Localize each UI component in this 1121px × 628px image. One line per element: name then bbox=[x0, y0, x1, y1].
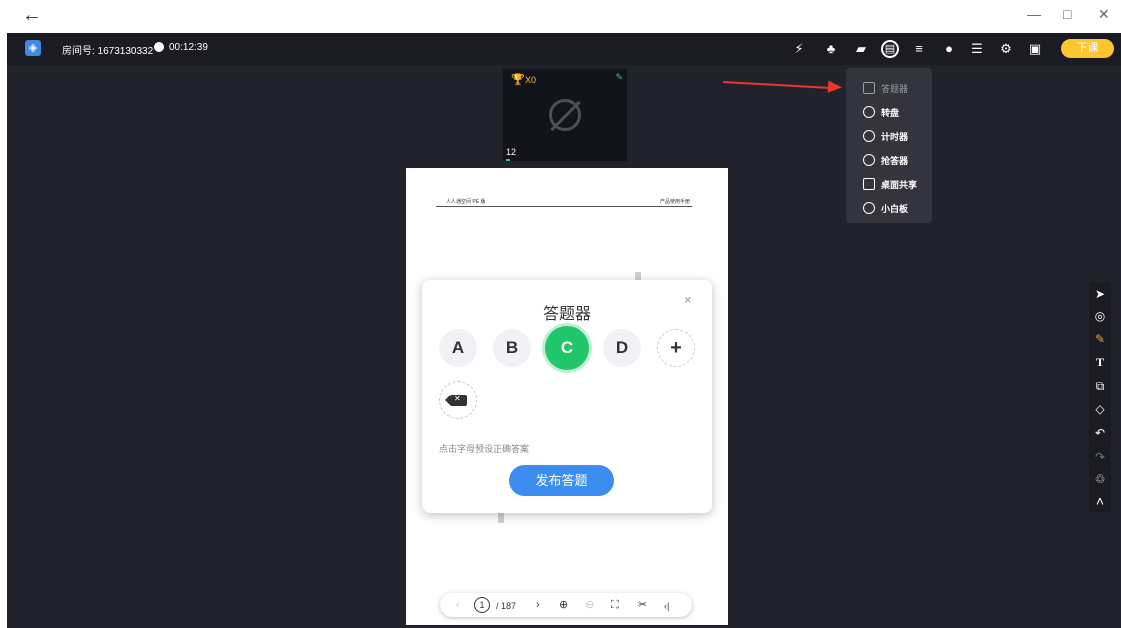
menu-item-label: 小白板 bbox=[881, 204, 909, 214]
menu-item-mini-whiteboard[interactable]: 小白板 bbox=[846, 197, 932, 221]
chat-icon[interactable]: ● bbox=[940, 40, 958, 58]
select-icon[interactable]: ➤ bbox=[1089, 287, 1111, 301]
menu-item-label: 抢答器 bbox=[881, 156, 909, 166]
menu-item-spinner[interactable]: 转盘 bbox=[846, 101, 932, 125]
backspace-x: ✕ bbox=[454, 394, 461, 403]
whiteboard-icon[interactable]: ⚡ bbox=[790, 40, 808, 58]
minimize-button[interactable]: — bbox=[1027, 6, 1041, 22]
option-a-button[interactable]: A bbox=[439, 329, 477, 367]
cut-icon[interactable]: ✂ bbox=[638, 598, 647, 612]
layout-icon[interactable]: ☰ bbox=[968, 40, 986, 58]
doc-header-rule bbox=[436, 206, 692, 207]
app-logo-icon: ◈ bbox=[25, 40, 41, 56]
menu-item-label: 桌面共享 bbox=[881, 180, 918, 190]
doc-graphic-mark bbox=[498, 513, 504, 523]
room-number: 房间号: 1673130332 bbox=[62, 46, 154, 57]
folder-icon[interactable]: ▰ bbox=[852, 40, 870, 58]
redo-icon[interactable]: ↷ bbox=[1089, 450, 1111, 464]
option-d-button[interactable]: D bbox=[603, 329, 641, 367]
fullscreen-icon[interactable]: ▣ bbox=[1026, 40, 1044, 58]
audio-level-bar bbox=[506, 159, 510, 161]
answer-sheet-dialog: 答题器 × A B C D + ✕ 点击字母预设正确答案 发布答题 bbox=[422, 280, 712, 513]
dialog-title: 答题器 bbox=[542, 306, 591, 323]
stopwatch-icon bbox=[863, 130, 875, 142]
end-class-button[interactable]: 下课 bbox=[1061, 39, 1114, 58]
gear-icon[interactable]: ⚙ bbox=[997, 40, 1015, 58]
fit-screen-icon[interactable]: ⛶ bbox=[611, 598, 619, 612]
menu-item-screen-share[interactable]: 桌面共享 bbox=[846, 173, 932, 197]
undo-icon[interactable]: ↶ bbox=[1089, 426, 1111, 440]
add-option-button[interactable]: + bbox=[657, 329, 695, 367]
user-number: 12 bbox=[506, 147, 517, 157]
settings-mixer-icon[interactable]: ≡ bbox=[910, 40, 928, 58]
pen-icon[interactable]: ✎ bbox=[615, 72, 623, 83]
answer-sheet-icon bbox=[863, 82, 875, 94]
delete-option-button[interactable]: ✕ bbox=[439, 381, 477, 419]
spinner-icon bbox=[863, 106, 875, 118]
maximize-button[interactable]: □ bbox=[1063, 6, 1071, 22]
menu-item-label: 转盘 bbox=[881, 108, 900, 118]
mini-whiteboard-icon bbox=[863, 202, 875, 214]
pencil-icon[interactable]: ✎ bbox=[1089, 332, 1111, 346]
publish-question-button[interactable]: 发布答题 bbox=[509, 465, 614, 496]
total-pages: / 187 bbox=[496, 601, 517, 611]
eraser-icon[interactable]: ◇ bbox=[1089, 402, 1111, 416]
menu-item-answer-sheet[interactable]: 答题器 bbox=[846, 77, 932, 101]
quick-answer-icon bbox=[863, 154, 875, 166]
doc-header-left: 人人通空间 PE 版 bbox=[446, 199, 486, 205]
tool-dropdown-menu: 答题器 转盘 计时器 抢答器 桌面共享 小白板 bbox=[846, 68, 932, 223]
camera-off-icon bbox=[549, 99, 581, 131]
annotation-arrow-head bbox=[827, 80, 843, 94]
clock-icon bbox=[154, 42, 164, 52]
menu-item-label: 答题器 bbox=[881, 84, 909, 94]
dialog-hint: 点击字母预设正确答案 bbox=[439, 444, 530, 454]
current-page-input[interactable]: 1 bbox=[474, 597, 490, 613]
zoom-in-icon[interactable]: ⊕ bbox=[559, 598, 568, 612]
collapse-pager-icon[interactable]: ‹| bbox=[664, 599, 669, 613]
window-titlebar: ← — □ ✕ bbox=[0, 0, 1121, 33]
menu-item-timer[interactable]: 计时器 bbox=[846, 125, 932, 149]
collapse-up-icon[interactable]: ˄ bbox=[1089, 494, 1111, 508]
text-icon[interactable]: T bbox=[1089, 355, 1111, 369]
menu-item-quick-answer[interactable]: 抢答器 bbox=[846, 149, 932, 173]
screen-share-icon bbox=[863, 178, 875, 190]
next-page-button[interactable]: › bbox=[536, 598, 540, 612]
trophy-icon: 🏆 bbox=[511, 74, 525, 86]
doc-header-right: 产品使用手册 bbox=[659, 199, 690, 205]
classroom-topbar: ◈ 房间号: 1673130332 00:12:39 ⚡ ♣ ▰ ▤ ≡ ● ☰… bbox=[7, 33, 1121, 65]
option-c-button[interactable]: C bbox=[545, 326, 589, 370]
toolbox-icon[interactable]: ▤ bbox=[881, 40, 899, 58]
back-arrow-icon[interactable]: ← bbox=[22, 5, 42, 25]
trophy-count: X0 bbox=[525, 75, 537, 85]
elapsed-time: 00:12:39 bbox=[169, 42, 208, 53]
prev-page-button[interactable]: ‹ bbox=[456, 598, 460, 612]
zoom-out-icon[interactable]: ⊖ bbox=[585, 598, 594, 612]
close-window-button[interactable]: ✕ bbox=[1098, 6, 1110, 23]
video-tile[interactable]: 🏆 X0 ✎ 12 bbox=[503, 69, 627, 161]
drawing-toolbar: ➤ ◎ ✎ T ⧉ ◇ ↶ ↷ ♲ ˄ bbox=[1089, 282, 1111, 512]
menu-item-label: 计时器 bbox=[881, 132, 909, 142]
option-b-button[interactable]: B bbox=[493, 329, 531, 367]
members-icon[interactable]: ♣ bbox=[822, 40, 840, 58]
trash-icon[interactable]: ♲ bbox=[1089, 472, 1111, 486]
laser-pointer-icon[interactable]: ◎ bbox=[1089, 309, 1111, 323]
page-navigator: ‹ 1 / 187 › ⊕ ⊖ ⛶ ✂ ‹| bbox=[440, 593, 692, 617]
backspace-icon: ✕ bbox=[445, 394, 467, 406]
shape-icon[interactable]: ⧉ bbox=[1089, 379, 1111, 393]
dialog-close-icon[interactable]: × bbox=[684, 292, 692, 307]
